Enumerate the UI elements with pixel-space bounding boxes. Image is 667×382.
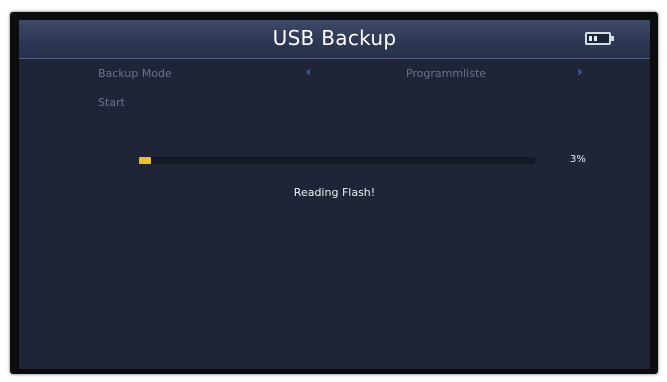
progress-bar	[139, 157, 535, 164]
page-title: USB Backup	[272, 26, 397, 50]
progress-percent: 3%	[570, 154, 586, 165]
backup-mode-label: Backup Mode	[98, 67, 172, 80]
start-item[interactable]: Start	[98, 96, 125, 109]
backup-screen: USB Backup Backup Mode ‹ Programmliste ›…	[19, 20, 650, 369]
chevron-right-icon[interactable]: ›	[577, 65, 582, 80]
battery-icon	[585, 32, 614, 45]
title-bar: USB Backup	[19, 20, 650, 59]
chevron-left-icon[interactable]: ‹	[306, 65, 311, 80]
status-message: Reading Flash!	[293, 186, 376, 199]
backup-mode-value[interactable]: Programmliste	[329, 67, 563, 80]
progress-fill	[139, 157, 151, 164]
